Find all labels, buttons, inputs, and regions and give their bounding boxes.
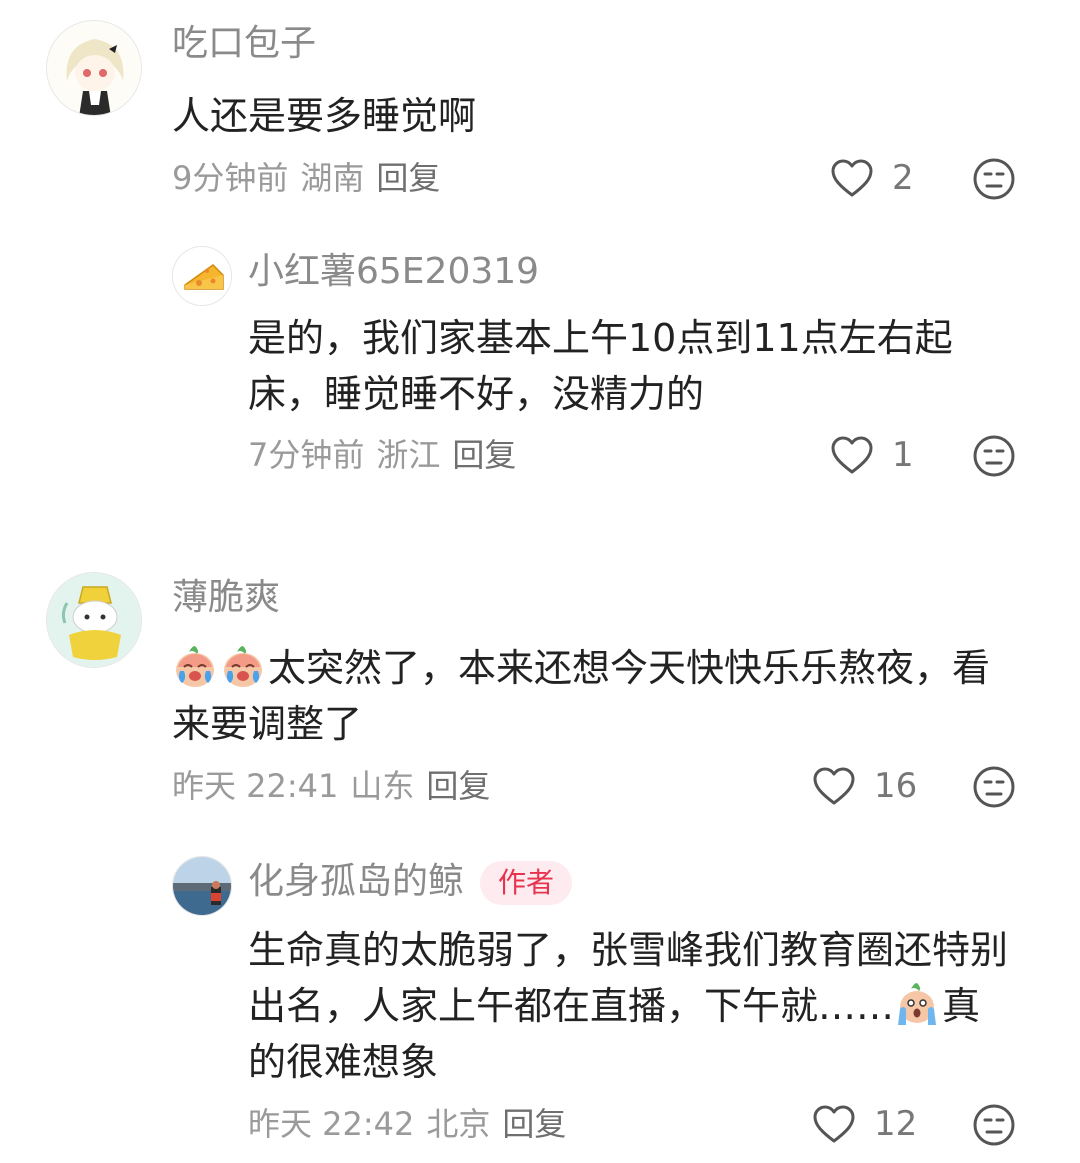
reply-location: 浙江 (376, 436, 441, 474)
reply-button[interactable]: 回复 (376, 159, 440, 197)
reply-meta: 7分钟前 浙江 回复 (248, 435, 528, 475)
heart-icon (830, 435, 874, 475)
heart-icon (812, 1104, 856, 1144)
like-count: 12 (874, 1104, 918, 1144)
like-button[interactable]: 16 (812, 766, 917, 806)
dislike-face-icon[interactable] (972, 1103, 1016, 1147)
reply-author-name[interactable]: 化身孤岛的鲸 (248, 861, 464, 902)
comment-text: 人还是要多睡觉啊 (172, 94, 477, 138)
author-badge: 作者 (480, 861, 573, 905)
like-count: 16 (874, 766, 918, 806)
reply-text: 是的，我们家基本上午10点到11点左右起床，睡觉睡不好，没精力的 (248, 316, 953, 416)
comment-text: 太突然了，本来还想今天快快乐乐熬夜，看来要调整了 (172, 640, 1012, 752)
avatar[interactable] (172, 856, 232, 916)
heart-icon (812, 766, 856, 806)
crying-emoji-icon (172, 643, 218, 689)
dislike-face-icon[interactable] (972, 157, 1016, 201)
avatar[interactable] (46, 572, 142, 668)
reply-button[interactable]: 回复 (452, 436, 516, 474)
crying-emoji-icon (220, 643, 266, 689)
dislike-face-icon[interactable] (972, 434, 1016, 478)
avatar[interactable] (46, 20, 142, 116)
comment-meta: 9分钟前 湖南 回复 (172, 158, 452, 198)
comment-meta: 昨天 22:41 山东 回复 (172, 766, 502, 806)
reply-author[interactable]: 化身孤岛的鲸 作者 (248, 860, 573, 905)
comment-time: 9分钟前 (172, 159, 289, 197)
like-count: 1 (892, 435, 914, 475)
reply-meta: 昨天 22:42 北京 回复 (248, 1104, 578, 1144)
like-button[interactable]: 12 (812, 1104, 917, 1144)
like-button[interactable]: 2 (830, 158, 914, 198)
reply-time: 7分钟前 (248, 436, 365, 474)
like-count: 2 (892, 158, 914, 198)
comment-time: 昨天 22:41 (172, 767, 339, 805)
like-button[interactable]: 1 (830, 435, 914, 475)
reply-location: 北京 (426, 1105, 491, 1143)
reply-text: 生命真的太脆弱了，张雪峰我们教育圈还特别出名，人家上午都在直播，下午就…… 真的很… (248, 922, 1018, 1090)
comment-author[interactable]: 吃口包子 (172, 22, 316, 66)
comment-location: 湖南 (300, 159, 365, 197)
comment-author[interactable]: 薄脆爽 (172, 576, 280, 620)
dislike-face-icon[interactable] (972, 765, 1016, 809)
reply-button[interactable]: 回复 (426, 767, 490, 805)
comment-location: 山东 (350, 767, 415, 805)
heart-icon (830, 158, 874, 198)
reply-button[interactable]: 回复 (502, 1105, 566, 1143)
scream-emoji-icon (894, 981, 940, 1027)
reply-time: 昨天 22:42 (248, 1105, 415, 1143)
comment-text-body: 太突然了，本来还想今天快快乐乐熬夜，看来要调整了 (172, 646, 991, 746)
avatar[interactable] (172, 246, 232, 306)
reply-author[interactable]: 小红薯65E20319 (248, 250, 539, 294)
